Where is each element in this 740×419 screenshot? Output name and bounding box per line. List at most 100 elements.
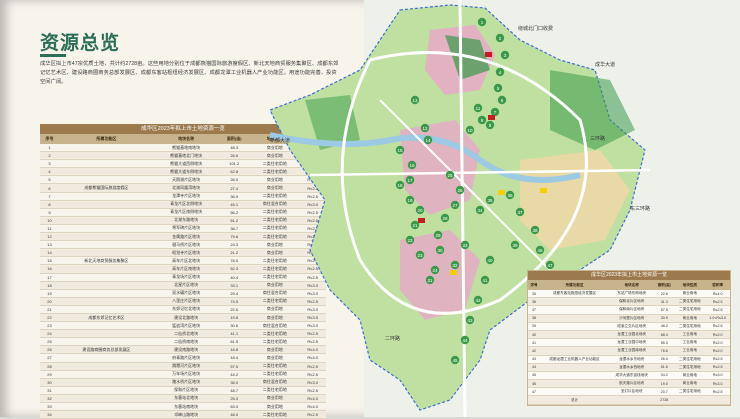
table-cell: 38.7 (218, 224, 251, 234)
table-cell: 商业用地 (674, 314, 706, 323)
table-cell (540, 346, 610, 356)
parcel-number: 16 (409, 163, 415, 168)
table-cell: 沙河堡片区地块 (609, 314, 655, 323)
table-cell: 9 (40, 208, 59, 217)
table-header: 面积(亩) (218, 134, 251, 144)
table-cell: R≤2.5 (705, 305, 730, 315)
table-cell (58, 192, 154, 201)
parcel-number: 45 (452, 358, 458, 363)
table-cell: 成渝立交片区地块 (609, 322, 655, 331)
table-cell: R≤2.5 (705, 297, 730, 307)
parcel-number: 12 (422, 126, 428, 131)
table-row: 40 龙潭工业园北地块 68.4 工业用地 R≤2.0 (528, 330, 730, 340)
table-cell: 25.3 (218, 394, 251, 404)
land-parcel (418, 218, 425, 223)
table-cell: 工业用地 (674, 338, 706, 348)
table-cell: 46 (528, 379, 541, 389)
table-cell (58, 305, 154, 314)
table-cell: 商业用地 (674, 379, 706, 389)
table-cell: R≤3.0 (705, 379, 730, 389)
table-cell: 55.3 (654, 338, 675, 348)
table-cell (58, 144, 154, 153)
table-cell: 27 (40, 353, 59, 363)
table-cell: R≤2.5 (705, 387, 730, 397)
table-cell: 龙潭水乡西地块 (609, 363, 655, 372)
parcel-number: 20 (417, 208, 423, 213)
parcel-number: 32 (452, 263, 458, 268)
parcel-number: 46 (537, 248, 543, 253)
table-cell (58, 386, 154, 395)
table-row: 36 保和北片区地块 41.3 二类住宅用地 R≤2.5 (528, 297, 730, 307)
table-cell: 16.8 (218, 345, 251, 355)
road-label: 绕城北门口收费 (518, 25, 553, 32)
table-cell: 邛崃山路地块 (153, 410, 219, 419)
table-cell: 62.8 (218, 167, 251, 177)
table-cell: 3 (40, 159, 59, 169)
right-land-table: 序号 所属功能区 地块名称 面积(亩) 地块性质 容积率 35 成都东客站枢纽经济发展区 东站… (528, 280, 730, 405)
parcel-number: 33 (462, 243, 468, 248)
table-cell: 7 (40, 192, 59, 201)
table-cell: 41 (528, 338, 541, 348)
title-underline (40, 54, 66, 57)
table-cell (58, 175, 154, 185)
table-cell (540, 305, 610, 315)
table-cell: 二类住宅用地 (674, 355, 706, 364)
table-cell: 北湖凤凰湾地块 (153, 183, 219, 193)
parcel-number: 34 (477, 208, 483, 213)
table-cell (58, 410, 154, 419)
parcel-number: 10 (467, 128, 473, 133)
table-cell (58, 362, 154, 371)
table-cell: 56.2 (218, 208, 251, 217)
parcel-number: 37 (517, 210, 523, 215)
table-cell: 24 (40, 329, 59, 339)
table-cell: 5 (40, 175, 59, 185)
road-label: 新都大道 (270, 137, 290, 144)
table-cell: 成都熊猫国际旅游度假区 (58, 183, 154, 193)
table-cell: 23 (40, 321, 59, 331)
parcel-number: 21 (412, 223, 418, 228)
table-cell (58, 208, 154, 217)
table-cell: 航天路片区地块 (609, 379, 655, 389)
table-cell: 32 (40, 394, 59, 404)
table-header: 序号 (40, 134, 59, 144)
table-cell: 建设南路地块 (153, 345, 219, 355)
table-cell (58, 370, 154, 379)
table-cell: 跳蹬河片区地块 (153, 362, 219, 371)
table-cell: 36.9 (218, 192, 251, 201)
table-row: 37 保和南片区地块 57.5 二类住宅用地 R≤2.5 (528, 305, 730, 315)
table-cell (540, 371, 610, 381)
table-cell: 74.5 (218, 297, 251, 306)
table-cell: 商业用地 (674, 371, 706, 381)
table-cell: 成都龙潭工业机器人产业功能区 (540, 355, 610, 364)
table-cell: 24.3 (218, 240, 251, 250)
table-cell (58, 224, 154, 234)
land-parcel (498, 190, 505, 195)
table-cell: R≤2.5 (705, 355, 730, 364)
table-cell (58, 273, 154, 282)
table-cell: 昭觉寺片区地块 (153, 248, 219, 258)
table-cell: 21.2 (218, 248, 251, 258)
table-cell: 39 (528, 322, 541, 331)
table-header: 所属功能区 (58, 134, 154, 144)
table-cell: 28 (40, 362, 59, 371)
parcel-number: 30 (437, 248, 443, 253)
table-cell: 30 (40, 378, 59, 387)
parcel-number: 15 (397, 148, 403, 153)
table-cell (540, 297, 610, 307)
table-cell: 101.2 (218, 159, 251, 169)
table-header: 容积率 (705, 280, 730, 290)
table-cell: 踏水桥片区地块 (153, 378, 219, 387)
road-label: 三环路 (590, 135, 605, 142)
table-cell: 二仙桥北地块 (153, 329, 219, 339)
table-cell: 新北天地商贸服务集聚区 (58, 256, 154, 266)
table-cell: 熊猫基地南地块 (153, 144, 219, 153)
table-cell: 40 (528, 330, 541, 340)
table-cell (540, 338, 610, 348)
table-cell (540, 387, 610, 397)
table-cell: 1 (40, 144, 59, 153)
parcel-number: 27 (452, 203, 458, 208)
table-cell: 27.4 (218, 183, 251, 193)
table-cell: 金属路片区地块 (153, 232, 219, 242)
table-cell: 天鹅湖片区地块 (153, 175, 219, 185)
parcel-number: 43 (467, 318, 473, 323)
